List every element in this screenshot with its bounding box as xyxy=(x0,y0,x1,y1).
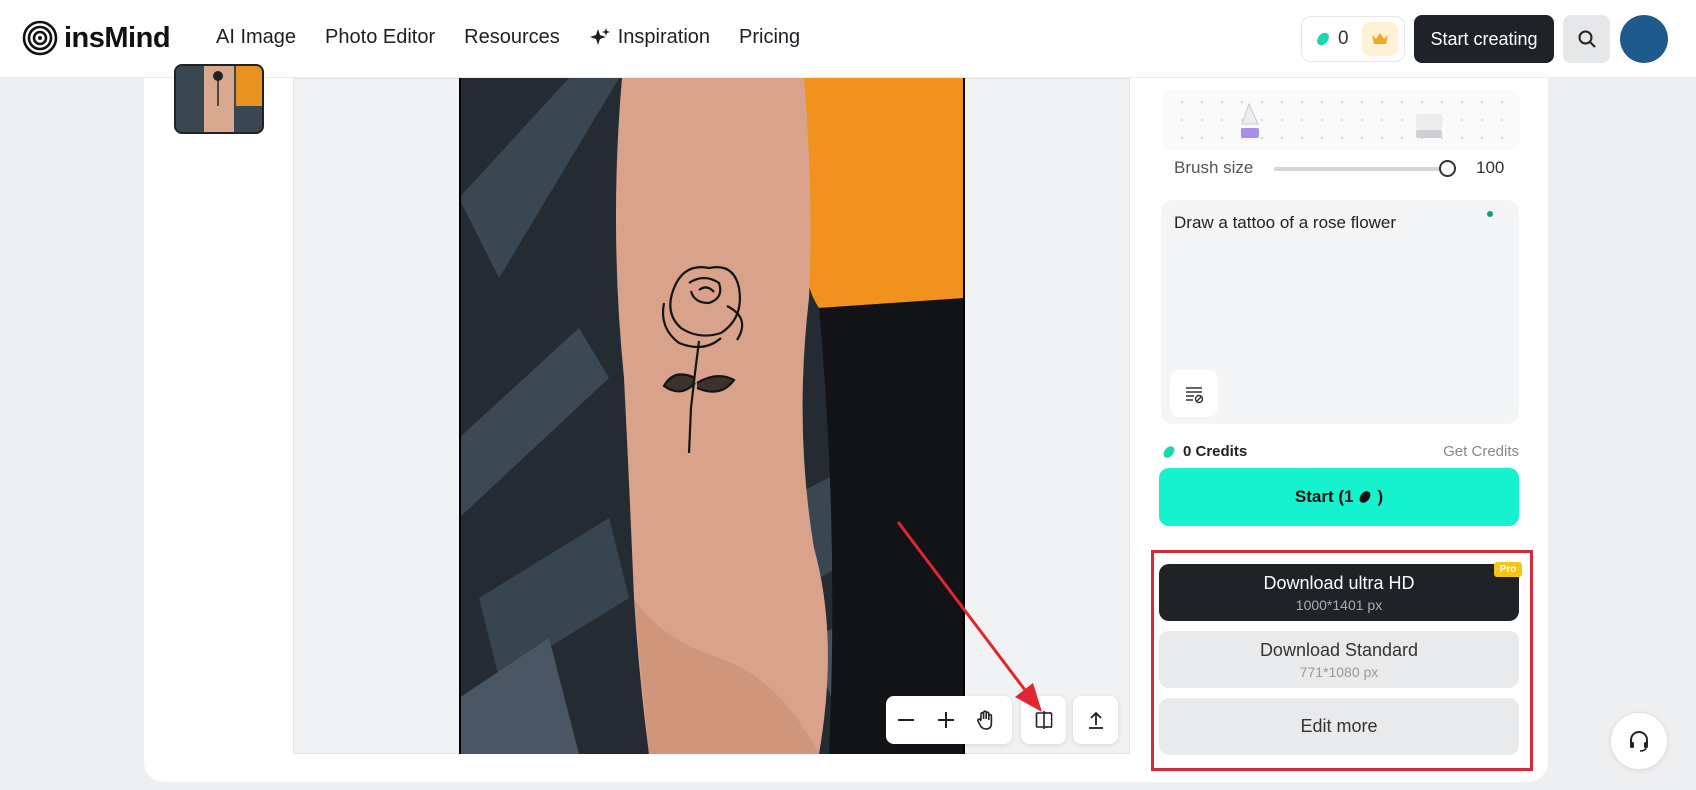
credits-count: 0 xyxy=(1338,28,1349,49)
nav-photo-editor[interactable]: Photo Editor xyxy=(325,26,435,49)
sparkle-icon xyxy=(589,27,610,45)
brush-size-slider[interactable] xyxy=(1274,167,1448,171)
compare-icon xyxy=(1035,711,1052,729)
download-ultra-hd-size: 1000*1401 px xyxy=(1295,596,1383,613)
export-toolbar xyxy=(1073,696,1118,744)
credits-label: 0 Credits xyxy=(1183,443,1248,460)
credit-bean-icon xyxy=(1360,491,1371,503)
prompt-status-dot xyxy=(1487,211,1493,217)
image-thumbnail[interactable] xyxy=(174,64,264,134)
credits-row: 0 Credits Get Credits xyxy=(1161,443,1519,460)
tattoo-photo-illustration xyxy=(459,78,965,754)
start-generate-button[interactable]: Start (1 ) xyxy=(1159,468,1519,526)
zoom-out-icon xyxy=(898,719,914,721)
pan-hand-button[interactable] xyxy=(966,696,1006,744)
headset-icon xyxy=(1630,731,1648,752)
credit-bean-icon xyxy=(1317,32,1329,46)
credit-bean-icon xyxy=(1163,445,1175,458)
zoom-in-button[interactable] xyxy=(926,696,966,744)
nav-inspiration[interactable]: Inspiration xyxy=(589,26,710,49)
credits-balance: 0 Credits xyxy=(1161,443,1247,460)
download-ultra-hd-button[interactable]: Download ultra HD 1000*1401 px xyxy=(1159,564,1519,621)
credits-indicator[interactable]: 0 xyxy=(1301,16,1405,62)
zoom-out-button[interactable] xyxy=(886,696,926,744)
logo-icon xyxy=(22,20,58,56)
brush-size-label: Brush size xyxy=(1174,158,1254,177)
prompt-clear-button[interactable] xyxy=(1170,370,1218,417)
compare-button[interactable] xyxy=(1021,696,1066,744)
zoom-in-icon xyxy=(938,712,954,728)
brush-size-slider-knob[interactable] xyxy=(1439,160,1456,177)
brush-preview-illustration xyxy=(1180,100,1504,140)
download-ultra-hd-label: Download ultra HD xyxy=(1263,572,1415,593)
download-standard-size: 771*1080 px xyxy=(1299,663,1379,680)
brush-size-value: 100 xyxy=(1476,158,1505,177)
hand-icon xyxy=(977,710,993,730)
support-button[interactable] xyxy=(1610,712,1668,770)
start-button-suffix: ) xyxy=(1377,487,1384,506)
main-nav: AI Image Photo Editor Resources Inspirat… xyxy=(216,26,800,49)
nav-ai-image[interactable]: AI Image xyxy=(216,26,296,49)
nav-resources[interactable]: Resources xyxy=(464,26,560,49)
thumbnail-image xyxy=(176,66,262,132)
nav-inspiration-label: Inspiration xyxy=(617,26,711,48)
prompt-clear-icon xyxy=(1186,386,1204,403)
upload-button[interactable] xyxy=(1073,696,1118,744)
prompt-text[interactable]: Draw a tattoo of a rose flower xyxy=(1174,213,1396,233)
crown-icon xyxy=(1372,33,1388,44)
start-creating-button[interactable]: Start creating xyxy=(1414,15,1554,63)
brush-preview xyxy=(1162,90,1520,150)
edited-photo[interactable] xyxy=(459,78,965,754)
upload-icon xyxy=(1088,711,1103,729)
logo-text: insMind xyxy=(64,21,171,54)
start-button-label: Start (1 xyxy=(1294,487,1354,506)
premium-button[interactable] xyxy=(1362,22,1398,56)
user-avatar[interactable] xyxy=(1620,15,1668,63)
compare-toolbar xyxy=(1021,696,1066,744)
search-icon xyxy=(1578,30,1596,48)
get-credits-link[interactable]: Get Credits xyxy=(1443,443,1519,460)
pro-badge: Pro xyxy=(1494,562,1522,577)
download-standard-button[interactable]: Download Standard 771*1080 px xyxy=(1159,631,1519,688)
insmind-logo[interactable]: insMind xyxy=(22,20,171,56)
search-button[interactable] xyxy=(1563,15,1610,63)
nav-pricing[interactable]: Pricing xyxy=(739,26,800,49)
zoom-toolbar xyxy=(886,696,1012,744)
edit-more-button[interactable]: Edit more xyxy=(1159,698,1519,755)
download-standard-label: Download Standard xyxy=(1259,639,1419,660)
